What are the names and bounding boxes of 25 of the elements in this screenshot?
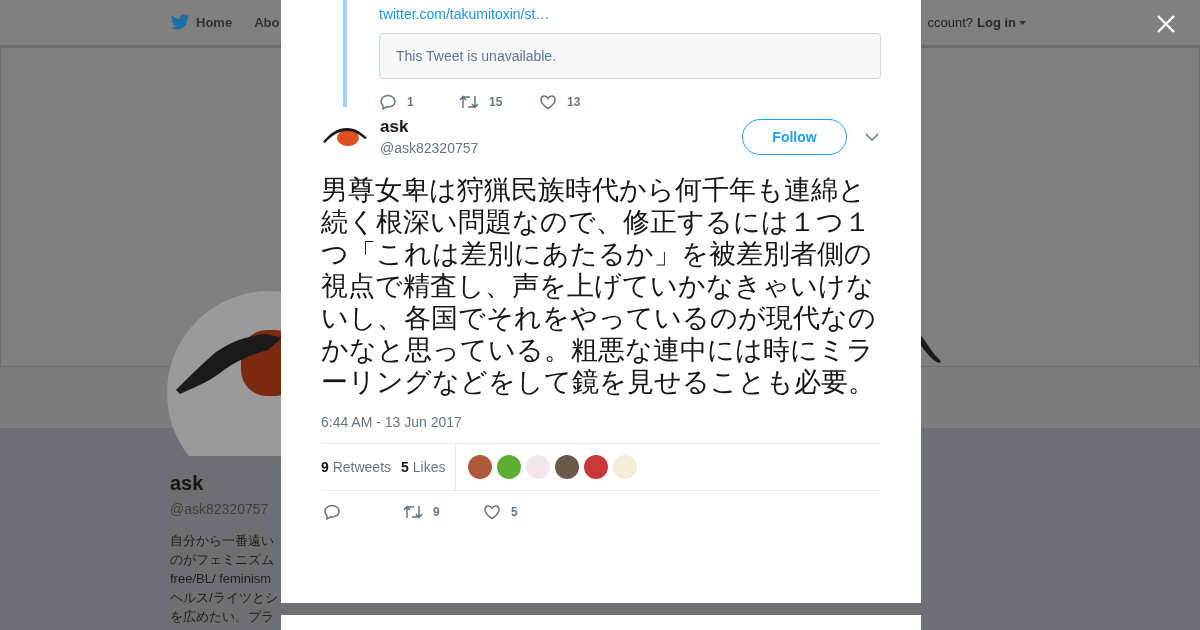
bio-line: free/BL/ feminism	[170, 570, 273, 588]
avatar[interactable]	[497, 455, 522, 479]
reply-icon[interactable]	[323, 503, 341, 521]
heart-icon[interactable]	[483, 503, 501, 521]
avatar[interactable]	[468, 455, 493, 479]
profile-name: ask	[170, 472, 204, 495]
about-link[interactable]: Abo	[254, 15, 280, 30]
retweet-count: 9	[433, 505, 440, 519]
bio-line: ヘルス/ライツとシ	[170, 589, 278, 607]
bio-line: を広めたい。プラ	[170, 608, 275, 626]
account-prompt: ccount?	[927, 15, 973, 30]
bird-icon	[170, 14, 190, 31]
login-link[interactable]: Log in	[977, 15, 1026, 30]
like-count: 5	[511, 505, 518, 519]
timestamp: 6:44 AM - 13 Jun 2017	[321, 414, 463, 430]
tweet-link[interactable]: twitter.com/takumitoxin/st…	[379, 6, 881, 26]
stat-link[interactable]: 9 Retweets	[321, 459, 392, 475]
stat-link[interactable]: 5 Likes	[401, 459, 446, 475]
retweet-icon[interactable]	[403, 503, 423, 521]
caret-icon	[1019, 20, 1026, 25]
bio-line: のがフェミニズム	[170, 551, 275, 569]
avatar[interactable]	[555, 455, 580, 479]
home-link[interactable]: Home	[170, 14, 233, 31]
avatar[interactable]	[584, 455, 609, 479]
close-icon[interactable]	[1156, 14, 1176, 34]
